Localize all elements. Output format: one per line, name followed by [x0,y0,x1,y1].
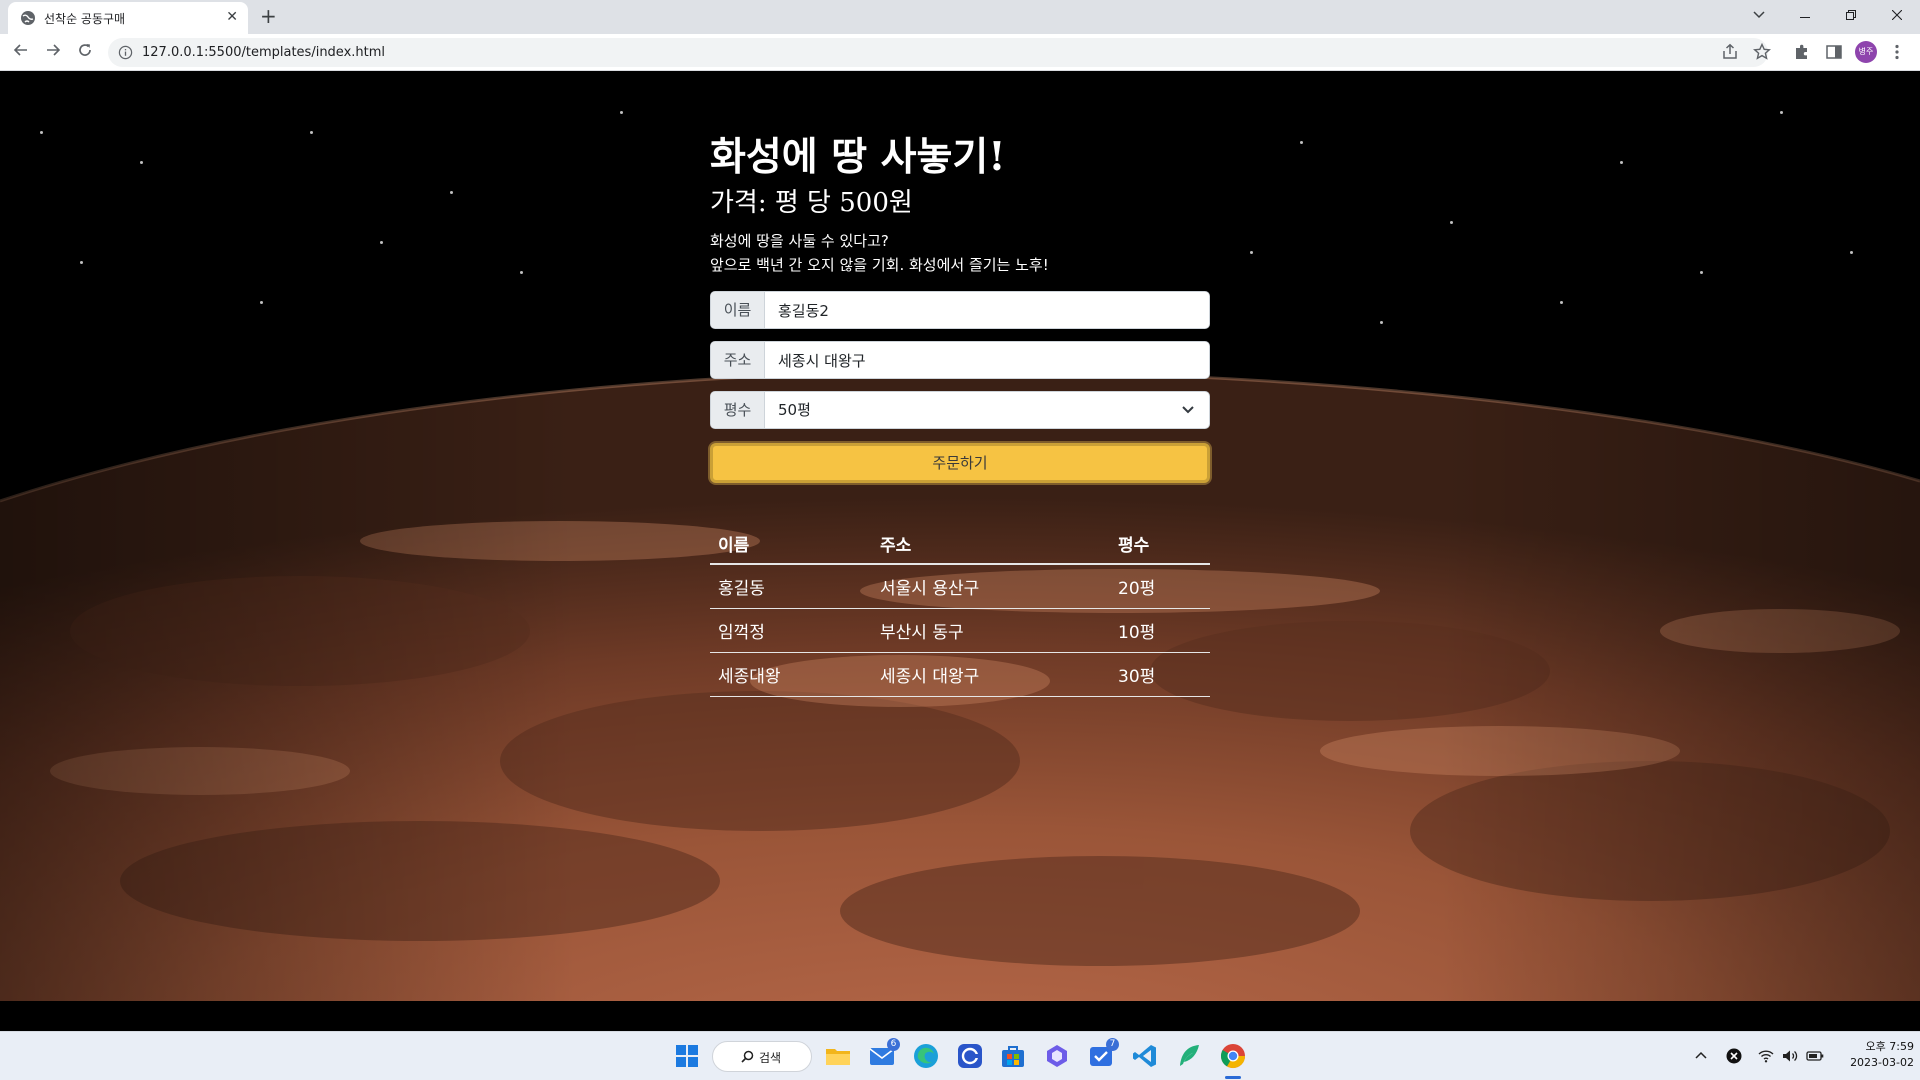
address-input[interactable] [765,342,1209,378]
profile-avatar[interactable]: 병주 [1855,41,1877,63]
side-panel-icon[interactable] [1825,43,1843,61]
order-panel: 화성에 땅 사놓기! 가격: 평 당 500원 화성에 땅을 사둘 수 있다고?… [710,131,1210,697]
reload-icon[interactable] [75,42,95,62]
description: 화성에 땅을 사둘 수 있다고? 앞으로 백년 간 오지 않을 기회. 화성에서… [710,229,1210,277]
taskbar: 검색 6 7 오후 7:59 2023-03-02 [0,1031,1920,1080]
volume-icon[interactable] [1782,1049,1798,1063]
globe-icon [21,11,35,25]
mail-badge: 6 [887,1038,900,1051]
address-field-group: 주소 [710,341,1210,379]
description-line-2: 앞으로 백년 간 오지 않을 기회. 화성에서 즐기는 노후! [710,256,1049,274]
name-field-group: 이름 [710,291,1210,329]
todo-app-icon[interactable]: 7 [1087,1038,1119,1070]
cell-size: 20평 [1118,579,1156,599]
page-viewport: 화성에 땅 사놓기! 가격: 평 당 500원 화성에 땅을 사둘 수 있다고?… [0,71,1920,1031]
app-c-icon[interactable] [956,1042,984,1070]
tab-search-chevron-icon[interactable] [1736,0,1782,30]
forward-arrow-icon[interactable] [43,42,63,62]
chrome-icon[interactable] [1219,1042,1247,1070]
active-app-indicator [1225,1076,1241,1079]
size-select[interactable]: 50평 [765,392,1209,428]
edge-browser-icon[interactable] [912,1042,940,1070]
close-tab-icon[interactable]: ✕ [226,9,238,25]
search-icon [741,1050,754,1063]
minimize-button[interactable] [1782,0,1828,30]
copilot-icon[interactable] [1043,1042,1071,1070]
address-label: 주소 [711,342,765,378]
orders-table: 이름 주소 평수 홍길동 서울시 용산구 20평 임꺽정 부산시 동구 10평 … [710,523,1210,697]
mail-app-icon[interactable]: 6 [868,1038,900,1070]
size-field-group: 평수 50평 [710,391,1210,429]
browser-tab[interactable]: 선착순 공동구매 ✕ [8,2,248,34]
feather-app-icon[interactable] [1175,1042,1203,1070]
cell-address: 부산시 동구 [880,623,964,643]
browser-tabstrip: 선착순 공동구매 ✕ + [0,0,1920,34]
share-icon[interactable] [1721,43,1739,61]
table-row: 홍길동 서울시 용산구 20평 [710,565,1210,609]
page-title: 화성에 땅 사놓기! [710,134,1006,180]
clock-date: 2023-03-02 [1850,1056,1914,1069]
site-info-icon[interactable] [118,45,133,60]
wifi-icon[interactable] [1758,1049,1774,1063]
browser-toolbar: 127.0.0.1:5500/templates/index.html 병주 [0,34,1920,71]
table-row: 임꺽정 부산시 동구 10평 [710,609,1210,653]
header-address: 주소 [880,535,912,556]
chevron-down-icon [1182,406,1194,414]
cell-size: 30평 [1118,667,1156,687]
url-text: 127.0.0.1:5500/templates/index.html [142,45,386,60]
description-line-1: 화성에 땅을 사둘 수 있다고? [710,232,889,250]
size-label: 평수 [711,392,765,428]
cell-name: 홍길동 [718,579,765,599]
more-menu-icon[interactable] [1888,43,1906,61]
back-arrow-icon[interactable] [11,42,31,62]
price-text: 가격: 평 당 500원 [710,188,913,218]
restore-button[interactable] [1828,0,1874,30]
cell-address: 서울시 용산구 [880,579,980,599]
close-circle-tray-icon[interactable] [1726,1048,1742,1064]
extensions-puzzle-icon[interactable] [1793,43,1811,61]
clock-time: 오후 7:59 [1865,1040,1914,1053]
close-window-button[interactable] [1874,0,1920,30]
battery-icon[interactable] [1806,1049,1824,1063]
bookmark-star-icon[interactable] [1753,43,1771,61]
name-label: 이름 [711,292,765,328]
file-explorer-icon[interactable] [824,1042,852,1070]
vscode-icon[interactable] [1131,1042,1159,1070]
table-header: 이름 주소 평수 [710,523,1210,565]
header-size: 평수 [1118,535,1150,556]
table-row: 세종대왕 세종시 대왕구 30평 [710,653,1210,697]
todo-badge: 7 [1106,1038,1119,1051]
cell-size: 10평 [1118,623,1156,643]
cell-name: 임꺽정 [718,623,765,643]
cell-address: 세종시 대왕구 [880,667,980,687]
microsoft-store-icon[interactable] [999,1042,1027,1070]
name-input[interactable] [765,292,1209,328]
chevron-up-icon[interactable] [1695,1050,1707,1062]
address-bar[interactable]: 127.0.0.1:5500/templates/index.html [108,38,1768,67]
tab-title: 선착순 공동구매 [44,12,126,26]
cell-name: 세종대왕 [718,667,781,687]
header-name: 이름 [718,535,750,556]
search-label: 검색 [759,1051,782,1065]
taskbar-search[interactable]: 검색 [712,1041,812,1072]
size-select-value: 50평 [778,401,811,419]
order-button[interactable]: 주문하기 [710,443,1210,483]
new-tab-button[interactable]: + [260,5,277,27]
windows-start-icon[interactable] [673,1042,701,1070]
system-clock[interactable]: 오후 7:59 2023-03-02 [1830,1039,1914,1071]
